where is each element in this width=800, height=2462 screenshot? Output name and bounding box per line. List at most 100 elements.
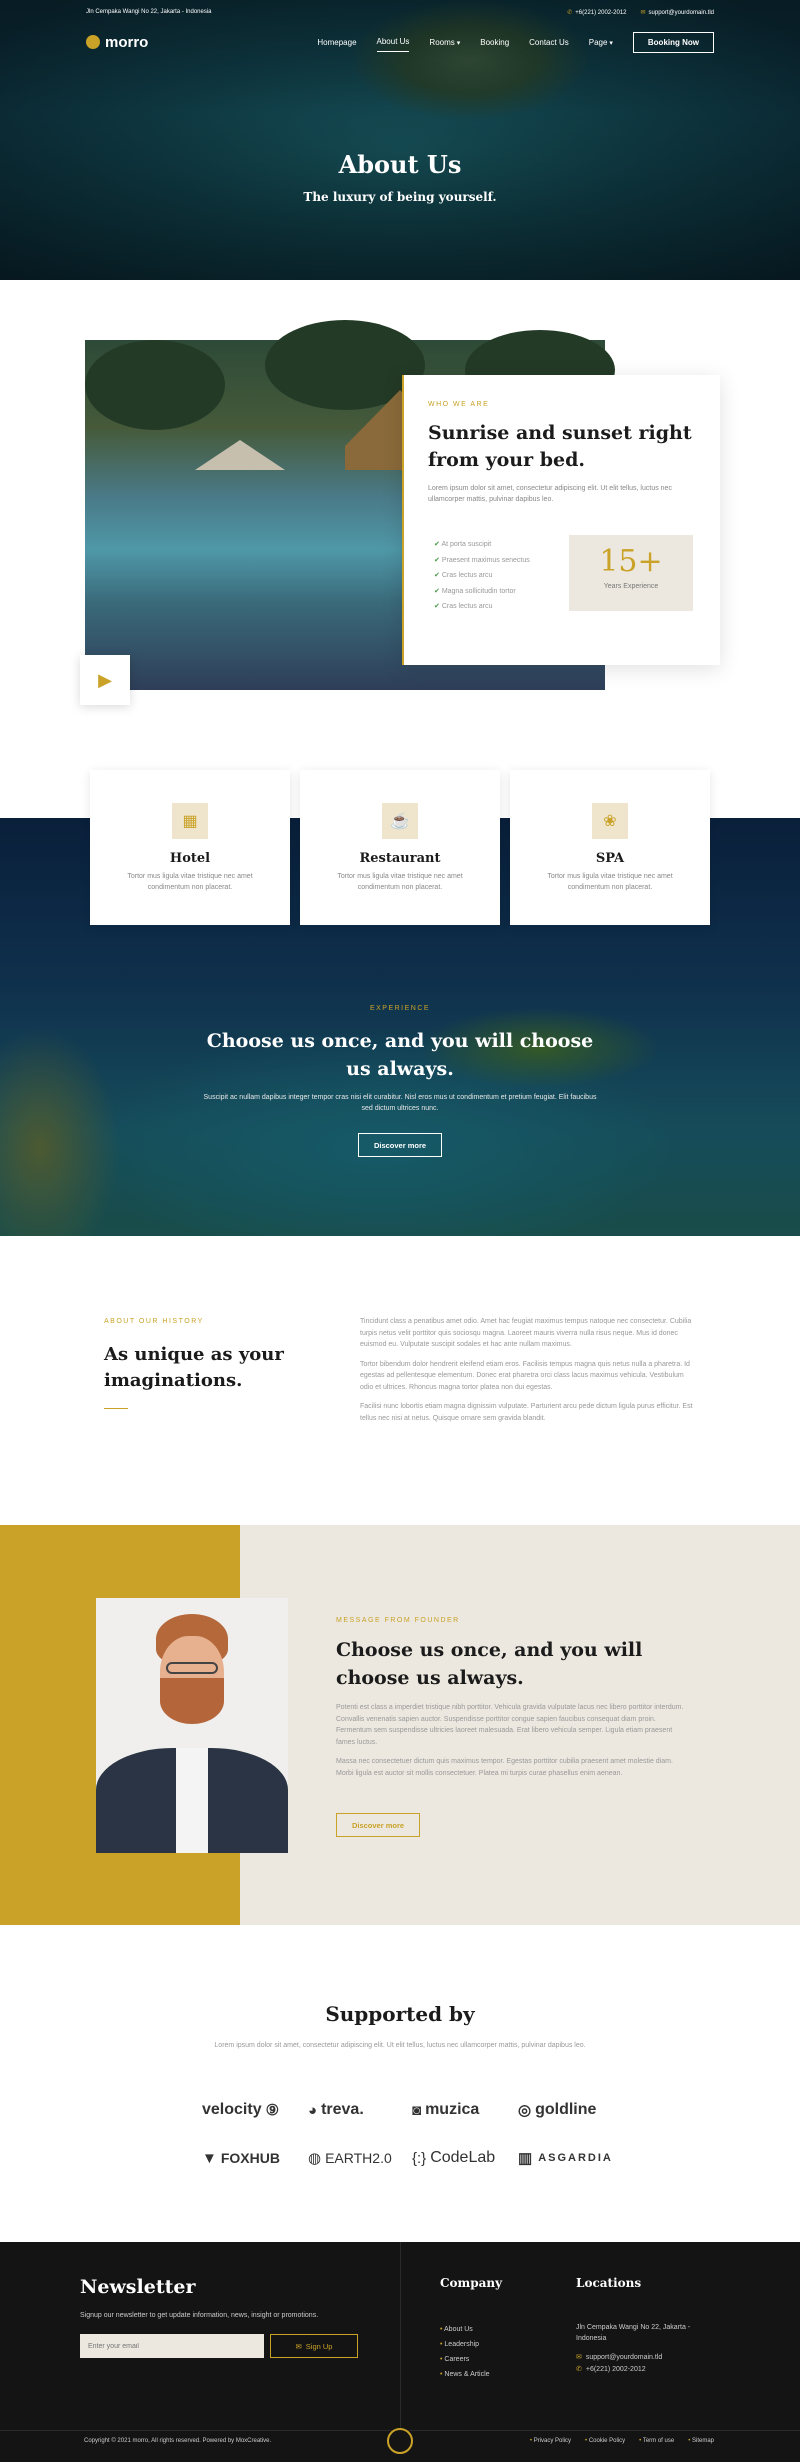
feature-title: SPA — [595, 851, 625, 866]
mail-icon: ✉ — [576, 2354, 582, 2362]
phone-icon: ✆ — [567, 9, 573, 16]
goldline-icon: ◎ — [518, 2102, 532, 2119]
founder-photo — [96, 1598, 288, 1853]
history-paragraph: Tortor bibendum dolor hendrerit eleifend… — [360, 1360, 690, 1391]
feature-card-spa[interactable]: ❀ SPA Tortor mus ligula vitae tristique … — [510, 770, 710, 925]
divider — [104, 1408, 128, 1409]
legal-link[interactable]: Privacy Policy — [530, 2438, 571, 2444]
booking-now-button[interactable]: Booking Now — [632, 31, 714, 53]
founder-paragraph: Potenti est class a imperdiet tristique … — [336, 1704, 684, 1746]
nav-page[interactable]: Page — [589, 38, 613, 47]
brand-logo-treva: ◕ treva. — [308, 2101, 364, 2119]
location-email[interactable]: ✉ support@yourdomain.tld — [576, 2352, 696, 2363]
nav-homepage[interactable]: Homepage — [317, 38, 356, 47]
footer-link[interactable]: News & Article — [440, 2367, 489, 2382]
newsletter-title: Newsletter — [80, 2276, 196, 2298]
logo[interactable]: morro — [86, 34, 148, 51]
velocity-icon: ⑨ — [265, 2102, 280, 2119]
experience-text: Suscipit ac nullam dapibus integer tempo… — [203, 1094, 597, 1113]
checklist-item: Magna sollicitudin tortor — [434, 584, 530, 600]
nav-booking[interactable]: Booking — [480, 38, 509, 47]
brand-logo-earth: ◍ EARTH2.0 — [308, 2150, 392, 2167]
supported-title: Supported by — [325, 2002, 475, 2026]
earth-icon: ◍ — [308, 2150, 322, 2167]
location-phone[interactable]: ✆ +6(221) 2002-2012 — [576, 2364, 696, 2375]
founder-text: Potenti est class a imperdiet tristique … — [336, 1702, 690, 1787]
page-subtitle: The luxury of being yourself. — [303, 190, 497, 204]
topbar-email[interactable]: ✉ support@yourdomain.tld — [641, 9, 715, 16]
footer-link[interactable]: Careers — [440, 2352, 490, 2367]
top-info-bar: Jln Cempaka Wangi No 22, Jakarta - Indon… — [86, 6, 714, 18]
company-title: Company — [440, 2276, 503, 2290]
history-text: Tincidunt class a penatibus amet odio. A… — [360, 1316, 694, 1432]
copyright: Copyright © 2021 morro, All rights reser… — [84, 2438, 272, 2444]
nav-about-us[interactable]: About Us — [376, 37, 410, 52]
feature-checklist: At porta suscipit Praesent maximus senec… — [434, 537, 530, 615]
history-paragraph: Tincidunt class a penatibus amet odio. A… — [360, 1318, 692, 1349]
hotel-icon: ▦ — [172, 803, 208, 839]
discover-more-button[interactable]: Discover more — [358, 1133, 442, 1157]
feature-title: Hotel — [169, 851, 211, 866]
founder-discover-button[interactable]: Discover more — [336, 1813, 420, 1837]
spa-icon: ❀ — [592, 803, 628, 839]
restaurant-icon: ☕ — [382, 803, 418, 839]
checklist-item: At porta suscipit — [434, 537, 530, 553]
who-eyebrow: WHO WE ARE — [428, 401, 490, 408]
history-eyebrow: ABOUT OUR HISTORY — [104, 1318, 204, 1325]
nav-menu: Homepage About Us Rooms Booking Contact … — [317, 31, 714, 53]
feature-text: Tortor mus ligula vitae tristique nec am… — [547, 873, 673, 891]
footer-link[interactable]: About Us — [440, 2322, 490, 2337]
video-play-button[interactable]: ▶ — [80, 655, 130, 705]
topbar-phone[interactable]: ✆ +6(221) 2002-2012 — [567, 9, 626, 16]
company-links: About Us Leadership Careers News & Artic… — [440, 2322, 490, 2382]
mail-icon: ✉ — [640, 9, 646, 16]
brand-logo-muzica: ◙ muzica — [412, 2101, 480, 2119]
brand-logo-asgardia: ▥ ASGARDIA — [518, 2150, 613, 2167]
legal-link[interactable]: Sitemap — [688, 2438, 714, 2444]
experience-eyebrow: EXPERIENCE — [369, 1005, 431, 1012]
legal-link[interactable]: Term of use — [639, 2438, 674, 2444]
experience-badge: 15+ Years Experience — [569, 535, 693, 611]
locations-info: Jln Cempaka Wangi No 22, Jakarta - Indon… — [576, 2322, 696, 2375]
legal-links: Privacy Policy Cookie Policy Term of use… — [530, 2438, 714, 2444]
history-paragraph: Facilisi nunc lobortis etiam magna digni… — [360, 1403, 693, 1422]
checklist-item: Cras lectus arcu — [434, 599, 530, 615]
feature-title: Restaurant — [359, 851, 441, 866]
muzica-icon: ◙ — [412, 2101, 422, 2119]
footer: Newsletter Signup our newsletter to get … — [0, 2242, 800, 2462]
location-address: Jln Cempaka Wangi No 22, Jakarta - Indon… — [576, 2324, 691, 2343]
newsletter-email-input[interactable] — [80, 2334, 264, 2358]
nav-rooms[interactable]: Rooms — [429, 38, 460, 47]
brand-logo-codelab: {:} CodeLab — [412, 2149, 496, 2167]
phone-icon: ✆ — [576, 2365, 582, 2373]
who-title: Sunrise and sunset right from your bed. — [428, 422, 692, 471]
feature-text: Tortor mus ligula vitae tristique nec am… — [337, 873, 463, 891]
fox-icon: ▼ — [202, 2149, 217, 2167]
founder-beard — [160, 1678, 224, 1724]
supported-text: Lorem ipsum dolor sit amet, consectetur … — [214, 2042, 586, 2049]
play-icon: ▶ — [98, 669, 112, 690]
treva-icon: ◕ — [308, 2101, 318, 2119]
who-we-are-card: WHO WE ARE Sunrise and sunset right from… — [402, 375, 720, 665]
palm-shape — [85, 340, 225, 430]
signup-button[interactable]: ✉ Sign Up — [270, 2334, 358, 2358]
brand-logo-velocity: velocity ⑨ — [202, 2101, 280, 2119]
experience-title: Choose us once, and you will choose us a… — [206, 1030, 594, 1080]
legal-link[interactable]: Cookie Policy — [585, 2438, 625, 2444]
feature-text: Tortor mus ligula vitae tristique nec am… — [127, 873, 253, 891]
checklist-item: Cras lectus arcu — [434, 568, 530, 584]
brand-logo-foxhub: ▼ FOXHUB — [202, 2149, 280, 2167]
logo-icon — [86, 35, 100, 49]
main-nav: morro Homepage About Us Rooms Booking Co… — [86, 30, 714, 54]
mail-icon: ✉ — [295, 2341, 302, 2351]
footer-divider — [400, 2242, 401, 2430]
feature-card-restaurant[interactable]: ☕ Restaurant Tortor mus ligula vitae tri… — [300, 770, 500, 925]
page-title: About Us — [338, 150, 462, 179]
footer-link[interactable]: Leadership — [440, 2337, 490, 2352]
locations-title: Locations — [576, 2276, 642, 2290]
checklist-item: Praesent maximus senectus — [434, 553, 530, 569]
feature-card-hotel[interactable]: ▦ Hotel Tortor mus ligula vitae tristiqu… — [90, 770, 290, 925]
newsletter-text: Signup our newsletter to get update info… — [80, 2312, 319, 2319]
nav-contact-us[interactable]: Contact Us — [529, 38, 569, 47]
brand-logo-goldline: ◎ goldline — [518, 2101, 597, 2119]
